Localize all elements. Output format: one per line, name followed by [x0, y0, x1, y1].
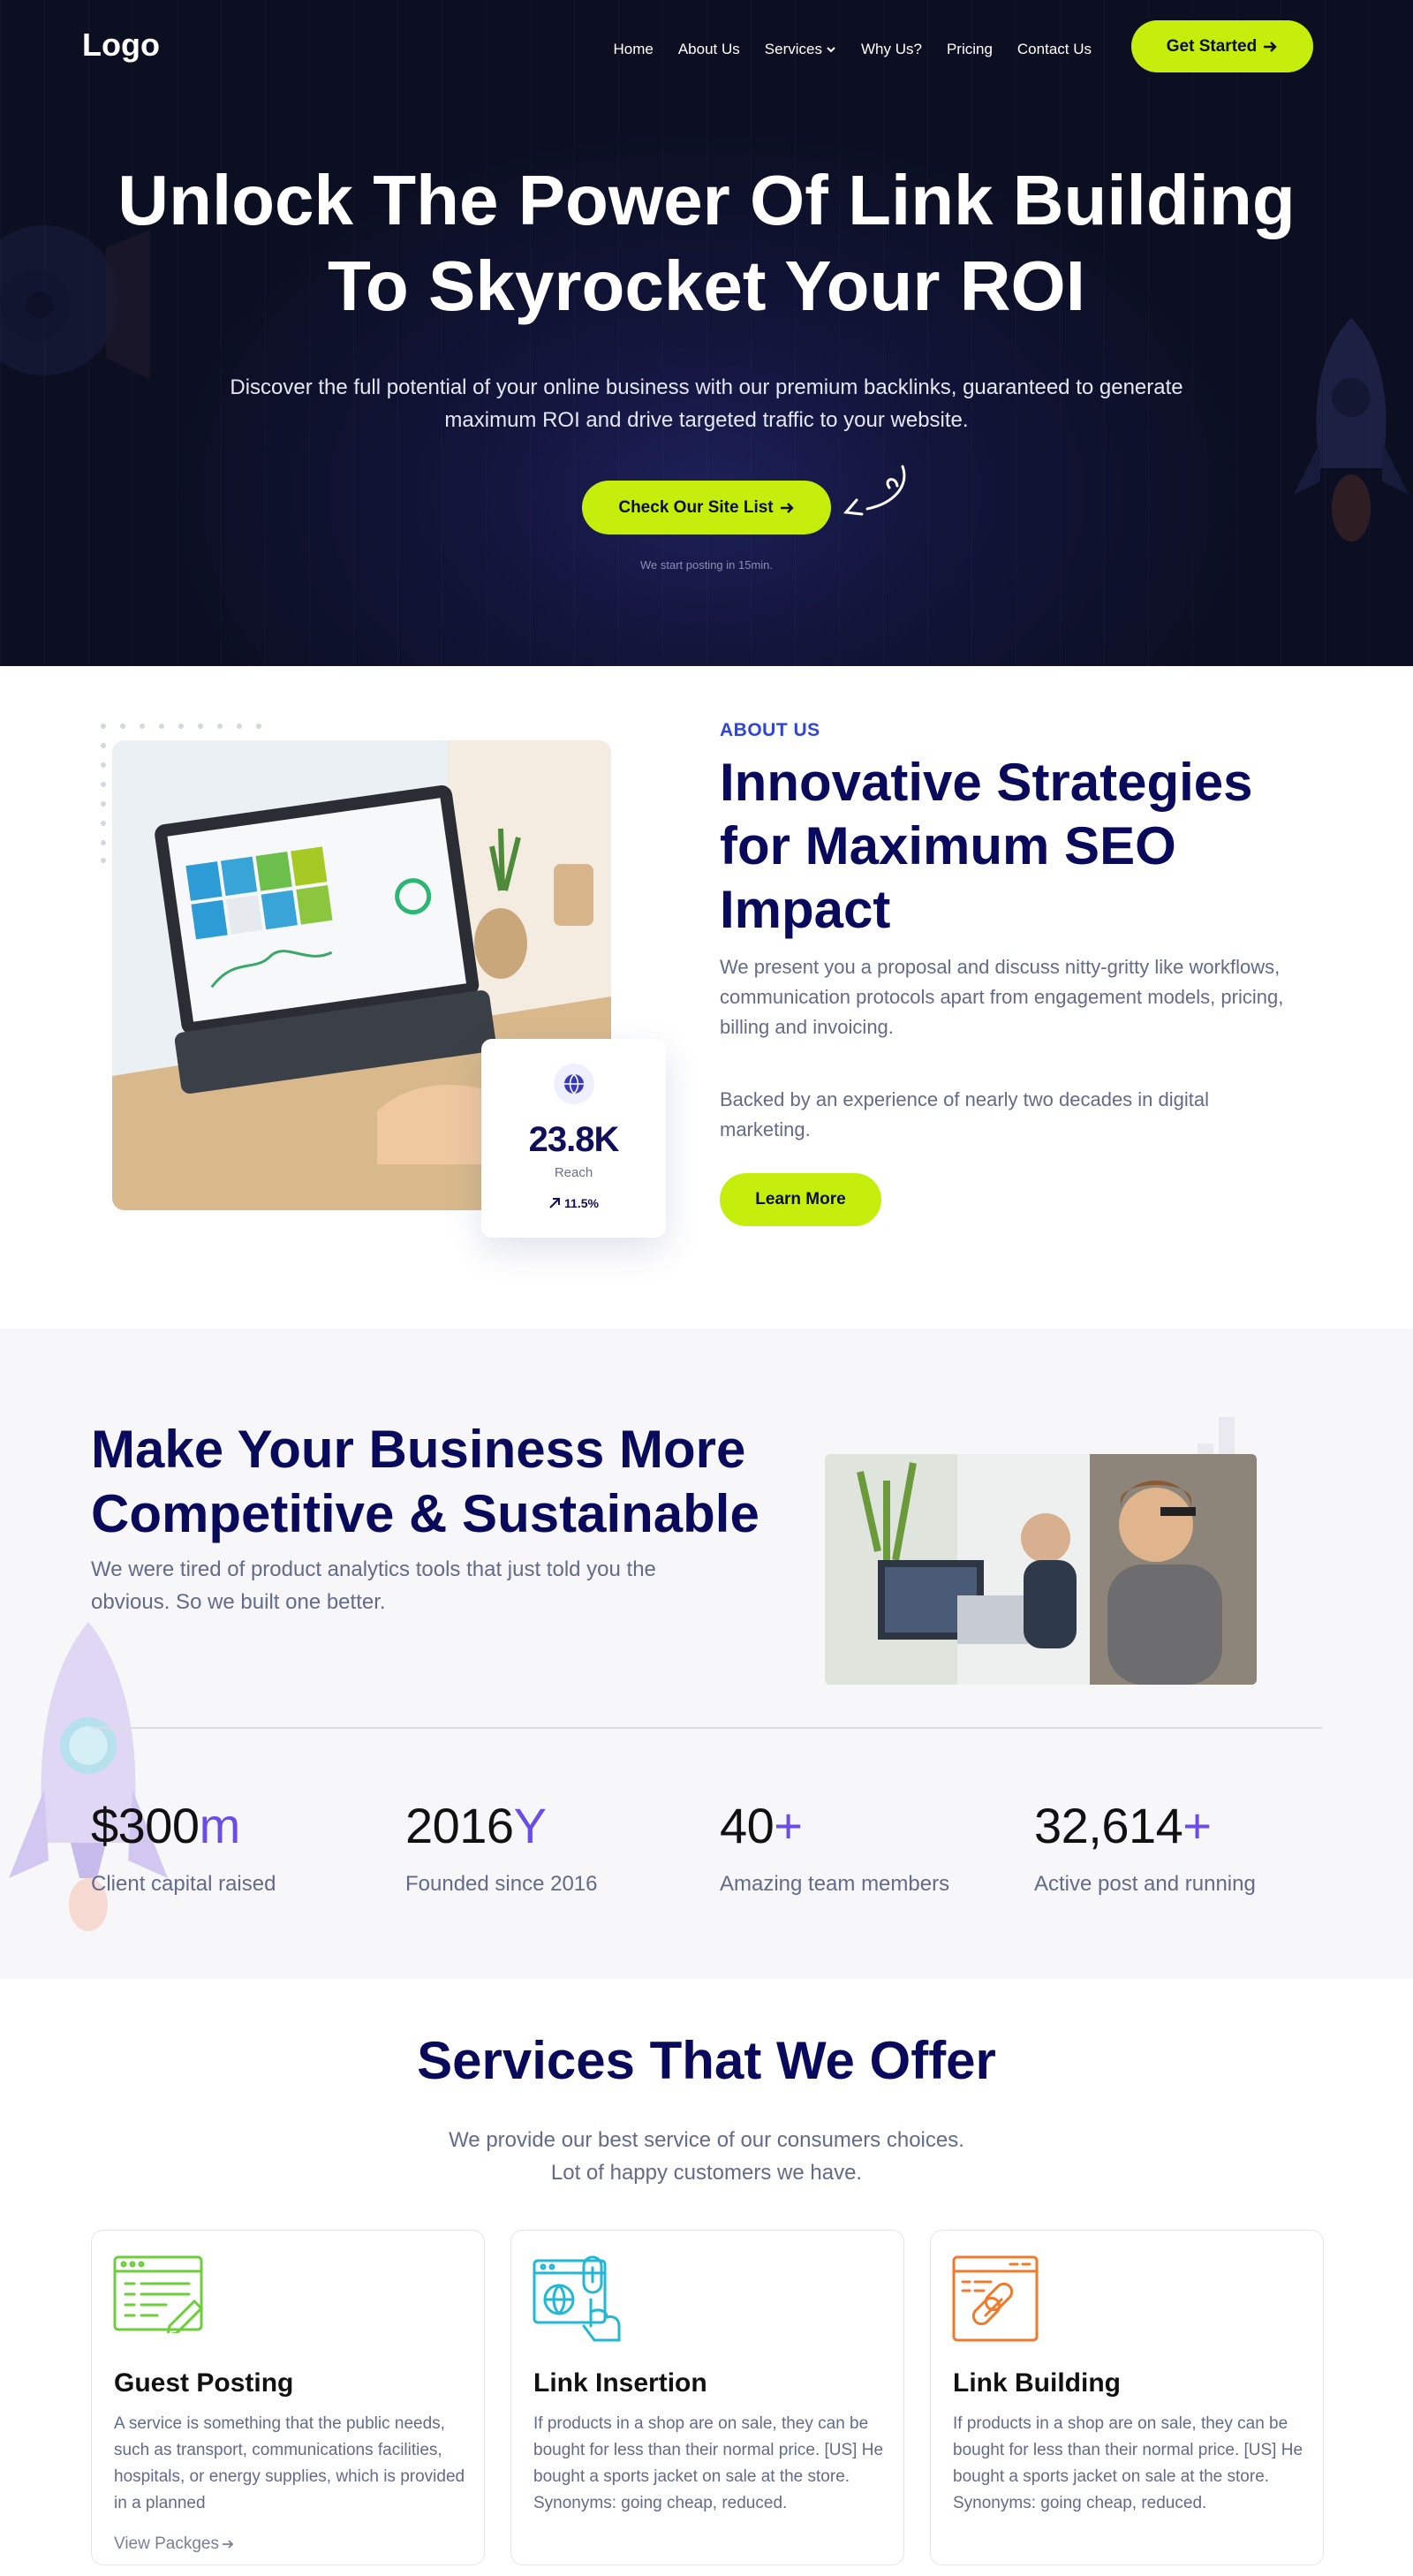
curly-arrow-icon: [843, 465, 906, 516]
competitive-paragraph: We were tired of product analytics tools…: [91, 1557, 656, 1614]
link-building-icon: [952, 2255, 1039, 2342]
stat-posts-suffix: +: [1183, 1798, 1212, 1853]
hero-note: We start posting in 15min.: [639, 558, 774, 572]
hero-title-line1: Unlock The Power Of Link Building: [117, 161, 1296, 239]
nav-item-pricing[interactable]: Pricing: [947, 41, 993, 58]
service-card-guest-posting[interactable]: Guest Posting A service is something tha…: [91, 2230, 485, 2565]
about-title: Innovative Strategies for Maximum SEO Im…: [720, 753, 1253, 939]
stat-team-number: 40: [720, 1798, 775, 1853]
reach-stat-card: 23.8K Reach 11.5%: [481, 1039, 666, 1238]
service-text-guest-posting: A service is something that the public n…: [114, 2414, 465, 2512]
stat-capital-value: $300m: [91, 1797, 276, 1854]
nav-item-services[interactable]: Services: [765, 41, 836, 58]
view-packages-link[interactable]: View Packges: [114, 2534, 235, 2554]
services-title: Services That We Offer: [417, 2031, 996, 2090]
stat-founded-suffix: Y: [513, 1798, 547, 1853]
logo[interactable]: Logo: [82, 27, 160, 64]
stat-posts-caption: Active post and running: [1034, 1872, 1256, 1896]
service-card-link-building[interactable]: Link Building If products in a shop are …: [930, 2230, 1324, 2565]
stat-posts: 32,614+ Active post and running: [1034, 1797, 1256, 1897]
reach-change-value: 11.5%: [564, 1196, 599, 1210]
check-site-list-label: Check Our Site List: [618, 497, 774, 517]
main-nav: Home About Us Services Why Us? Pricing C…: [613, 41, 1092, 58]
arrow-up-right-icon: [549, 1198, 561, 1208]
stat-founded-value: 2016Y: [405, 1797, 598, 1854]
stat-capital-number: $300: [91, 1798, 200, 1853]
get-started-button[interactable]: Get Started: [1131, 20, 1313, 72]
rocket-icon: [1294, 318, 1409, 542]
about-eyebrow: ABOUT US: [720, 720, 820, 740]
stat-capital-caption: Client capital raised: [91, 1872, 276, 1896]
stat-posts-number: 32,614: [1034, 1798, 1183, 1853]
about-paragraph-1: We present you a proposal and discuss ni…: [720, 956, 1284, 1038]
service-text-link-insertion: If products in a shop are on sale, they …: [533, 2414, 884, 2512]
stat-capital-suffix: m: [199, 1798, 241, 1853]
hero-section: Logo Home About Us Services Why Us? Pric…: [0, 0, 1413, 666]
nav-item-why-us[interactable]: Why Us?: [861, 41, 922, 58]
competitive-section: Make Your Business More Competitive & Su…: [0, 1329, 1413, 1979]
stat-posts-value: 32,614+: [1034, 1797, 1256, 1854]
about-paragraph-2: Backed by an experience of nearly two de…: [720, 1088, 1210, 1140]
competitive-title: Make Your Business More Competitive & Su…: [91, 1420, 759, 1543]
check-site-list-button[interactable]: Check Our Site List: [582, 481, 831, 534]
services-subtitle-line2: Lot of happy customers we have.: [550, 2161, 863, 2185]
hero-title-line2: To Skyrocket Your ROI: [327, 246, 1085, 325]
view-packages-label: View Packges: [114, 2534, 219, 2553]
nav-item-home[interactable]: Home: [613, 41, 653, 58]
reach-change: 11.5%: [481, 1196, 666, 1210]
learn-more-button[interactable]: Learn More: [720, 1173, 881, 1226]
rocket-icon: [9, 1622, 168, 1931]
service-text-link-building: If products in a shop are on sale, they …: [953, 2414, 1303, 2512]
reach-value: 23.8K: [528, 1120, 620, 1159]
stat-team: 40+ Amazing team members: [720, 1797, 949, 1897]
service-card-link-insertion[interactable]: Link Insertion If products in a shop are…: [510, 2230, 904, 2565]
stat-team-suffix: +: [774, 1798, 803, 1853]
reach-label: Reach: [554, 1165, 593, 1180]
arrow-right-icon: [1264, 41, 1277, 52]
link-insertion-icon: [533, 2255, 621, 2342]
stat-team-value: 40+: [720, 1797, 949, 1854]
arrow-right-icon: [223, 2540, 234, 2549]
chevron-down-icon: [827, 47, 835, 53]
nav-item-contact-us[interactable]: Contact Us: [1017, 41, 1092, 58]
stats-divider: [91, 1727, 1322, 1729]
service-title-guest-posting: Guest Posting: [114, 2368, 294, 2398]
hero-subtitle: Discover the full potential of your onli…: [230, 375, 1183, 432]
stat-capital: $300m Client capital raised: [91, 1797, 276, 1897]
office-illustration: [825, 1454, 1257, 1685]
get-started-label: Get Started: [1166, 36, 1258, 56]
stat-team-caption: Amazing team members: [720, 1872, 950, 1896]
nav-item-about-us[interactable]: About Us: [678, 41, 740, 58]
services-subtitle: We provide our best service of our consu…: [353, 2124, 1060, 2189]
hero-title: Unlock The Power Of Link Building To Sky…: [88, 157, 1325, 329]
stat-founded-number: 2016: [405, 1798, 514, 1853]
arrow-right-icon: [780, 502, 794, 513]
globe-icon: [553, 1064, 594, 1104]
service-title-link-insertion: Link Insertion: [533, 2368, 707, 2398]
services-subtitle-line1: We provide our best service of our consu…: [449, 2128, 964, 2152]
guest-posting-icon: [113, 2255, 203, 2333]
nav-item-services-label: Services: [764, 41, 822, 57]
office-photo: [825, 1454, 1257, 1685]
stat-founded: 2016Y Founded since 2016: [405, 1797, 598, 1897]
service-title-link-building: Link Building: [953, 2368, 1121, 2398]
stat-founded-caption: Founded since 2016: [405, 1872, 598, 1896]
